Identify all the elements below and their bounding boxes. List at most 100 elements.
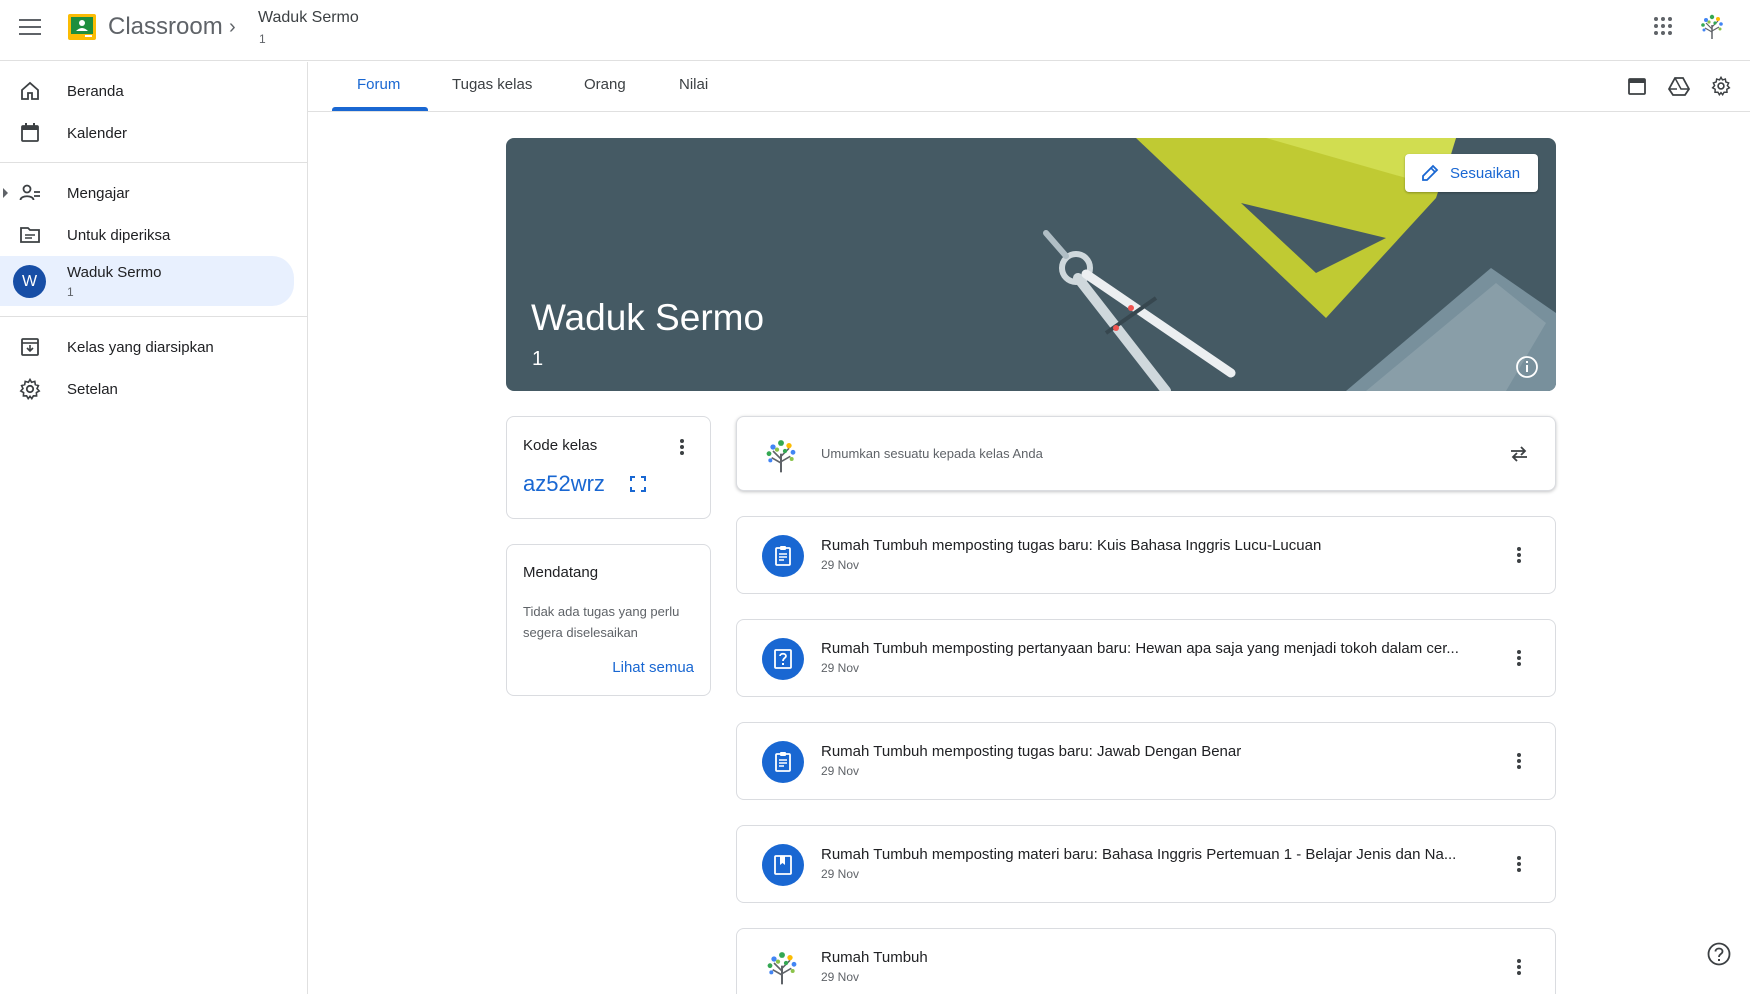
customize-button[interactable]: Sesuaikan <box>1405 154 1538 192</box>
top-app-bar: Classroom › Waduk Sermo 1 <box>0 0 1750 61</box>
more-vert-icon[interactable] <box>672 437 692 457</box>
more-vert-icon <box>1517 856 1521 872</box>
pencil-icon <box>1422 164 1439 181</box>
apps-grid-icon <box>1654 17 1672 35</box>
post-title[interactable]: Rumah Tumbuh memposting tugas baru: Kuis… <box>821 537 1321 554</box>
tree-avatar-icon <box>766 440 796 473</box>
upcoming-card: Mendatang Tidak ada tugas yang perlu seg… <box>506 544 711 696</box>
calendar-button[interactable] <box>1625 74 1649 98</box>
class-avatar: W <box>13 265 46 298</box>
post-title[interactable]: Rumah Tumbuh memposting tugas baru: Jawa… <box>821 743 1241 760</box>
breadcrumb-chevron-icon: › <box>229 16 236 38</box>
fullscreen-icon[interactable] <box>629 475 647 493</box>
sidebar-class-section: 1 <box>67 285 74 299</box>
post-more-button[interactable] <box>1507 749 1531 773</box>
more-vert-icon <box>1517 753 1521 769</box>
post-date: 29 Nov <box>821 867 860 881</box>
info-icon[interactable] <box>1514 354 1540 380</box>
post-date: 29 Nov <box>821 661 860 675</box>
sidebar-item-beranda[interactable]: Beranda <box>0 70 294 112</box>
stream-post[interactable]: Rumah Tumbuh memposting pertanyaan baru:… <box>736 619 1556 697</box>
banner-illustration <box>1043 138 1556 391</box>
post-title[interactable]: Rumah Tumbuh memposting materi baru: Bah… <box>821 846 1456 863</box>
tree-avatar-icon <box>1701 14 1723 39</box>
more-vert-icon <box>1517 959 1521 975</box>
post-date: 29 Nov <box>821 764 860 778</box>
sidebar-nav: Beranda Kalender Mengajar Untuk diperiks… <box>0 62 308 994</box>
sidebar-item-label: Untuk diperiksa <box>67 226 171 244</box>
sidebar-divider <box>0 316 307 317</box>
tab-nilai[interactable]: Nilai <box>679 76 708 93</box>
expand-arrow-icon[interactable] <box>3 188 8 198</box>
breadcrumb-class-title[interactable]: Waduk Sermo <box>258 9 359 27</box>
class-settings-button[interactable] <box>1709 74 1733 98</box>
post-more-button[interactable] <box>1507 543 1531 567</box>
hamburger-icon <box>19 19 41 35</box>
sidebar-divider <box>0 162 307 163</box>
post-more-button[interactable] <box>1507 852 1531 876</box>
repost-icon[interactable] <box>1507 442 1531 466</box>
calendar-icon <box>1628 78 1646 95</box>
upcoming-title: Mendatang <box>523 564 599 581</box>
app-title[interactable]: Classroom <box>108 13 223 41</box>
google-apps-button[interactable] <box>1648 11 1678 41</box>
drive-icon <box>1668 77 1690 96</box>
tab-tugas-kelas[interactable]: Tugas kelas <box>452 76 532 93</box>
sidebar-item-setelan[interactable]: Setelan <box>0 368 294 410</box>
tab-orang[interactable]: Orang <box>584 76 626 93</box>
question-icon <box>762 638 804 680</box>
banner-class-title: Waduk Sermo <box>531 297 765 338</box>
people-icon <box>19 184 40 201</box>
sidebar-item-kelas-diarsipkan[interactable]: Kelas yang diarsipkan <box>0 326 294 368</box>
post-date: 29 Nov <box>821 558 860 572</box>
drive-folder-button[interactable] <box>1667 74 1691 98</box>
main-menu-button[interactable] <box>14 11 46 43</box>
material-icon <box>762 844 804 886</box>
announce-box[interactable]: Umumkan sesuatu kepada kelas Anda <box>736 416 1556 491</box>
account-avatar-button[interactable] <box>1696 10 1728 42</box>
announce-placeholder: Umumkan sesuatu kepada kelas Anda <box>821 446 1043 461</box>
gear-icon <box>19 378 41 400</box>
post-author[interactable]: Rumah Tumbuh <box>821 949 928 966</box>
stream-post[interactable]: Rumah Tumbuh 29 Nov <box>736 928 1556 994</box>
banner-class-section: 1 <box>532 348 544 370</box>
class-code-value[interactable]: az52wrz <box>523 471 605 497</box>
home-icon <box>21 81 39 100</box>
post-date: 29 Nov <box>821 970 860 984</box>
sidebar-item-label: Kelas yang diarsipkan <box>67 338 214 356</box>
customize-label: Sesuaikan <box>1450 165 1521 182</box>
sidebar-item-mengajar[interactable]: Mengajar <box>0 172 294 214</box>
help-icon[interactable] <box>1706 941 1732 967</box>
assignment-icon <box>762 535 804 577</box>
post-more-button[interactable] <box>1507 646 1531 670</box>
upcoming-description: Tidak ada tugas yang perlu segera disele… <box>523 604 680 640</box>
gear-icon <box>1711 76 1731 96</box>
sidebar-item-untuk-diperiksa[interactable]: Untuk diperiksa <box>0 214 294 256</box>
sidebar-class-name: Waduk Sermo <box>67 264 162 281</box>
stream-post[interactable]: Rumah Tumbuh memposting materi baru: Bah… <box>736 825 1556 903</box>
more-vert-icon <box>1517 650 1521 666</box>
tab-forum[interactable]: Forum <box>357 76 400 93</box>
archive-icon <box>21 338 39 356</box>
sidebar-item-label: Beranda <box>67 82 124 100</box>
sidebar-item-label: Kalender <box>67 124 128 142</box>
sidebar-item-label: Setelan <box>67 380 118 398</box>
tree-avatar-icon <box>767 952 797 985</box>
breadcrumb-class-section: 1 <box>259 32 266 46</box>
stream-post[interactable]: Rumah Tumbuh memposting tugas baru: Jawa… <box>736 722 1556 800</box>
post-more-button[interactable] <box>1507 955 1531 979</box>
class-banner: Waduk Sermo 1 Sesuaikan <box>506 138 1556 391</box>
stream-post[interactable]: Rumah Tumbuh memposting tugas baru: Kuis… <box>736 516 1556 594</box>
class-code-card: Kode kelas az52wrz <box>506 416 711 519</box>
class-code-label: Kode kelas <box>523 437 598 454</box>
sidebar-item-kalender[interactable]: Kalender <box>0 112 294 154</box>
classroom-logo-icon[interactable] <box>68 14 96 40</box>
sidebar-item-waduk-sermo[interactable]: W Waduk Sermo 1 <box>0 256 294 306</box>
class-tabs: Forum Tugas kelas Orang Nilai <box>308 62 1750 112</box>
sidebar-item-label: Mengajar <box>67 184 130 202</box>
view-all-link[interactable]: Lihat semua <box>612 659 694 676</box>
folder-icon <box>20 227 40 243</box>
more-vert-icon <box>1517 547 1521 563</box>
post-title[interactable]: Rumah Tumbuh memposting pertanyaan baru:… <box>821 640 1459 657</box>
active-tab-indicator <box>332 107 428 111</box>
